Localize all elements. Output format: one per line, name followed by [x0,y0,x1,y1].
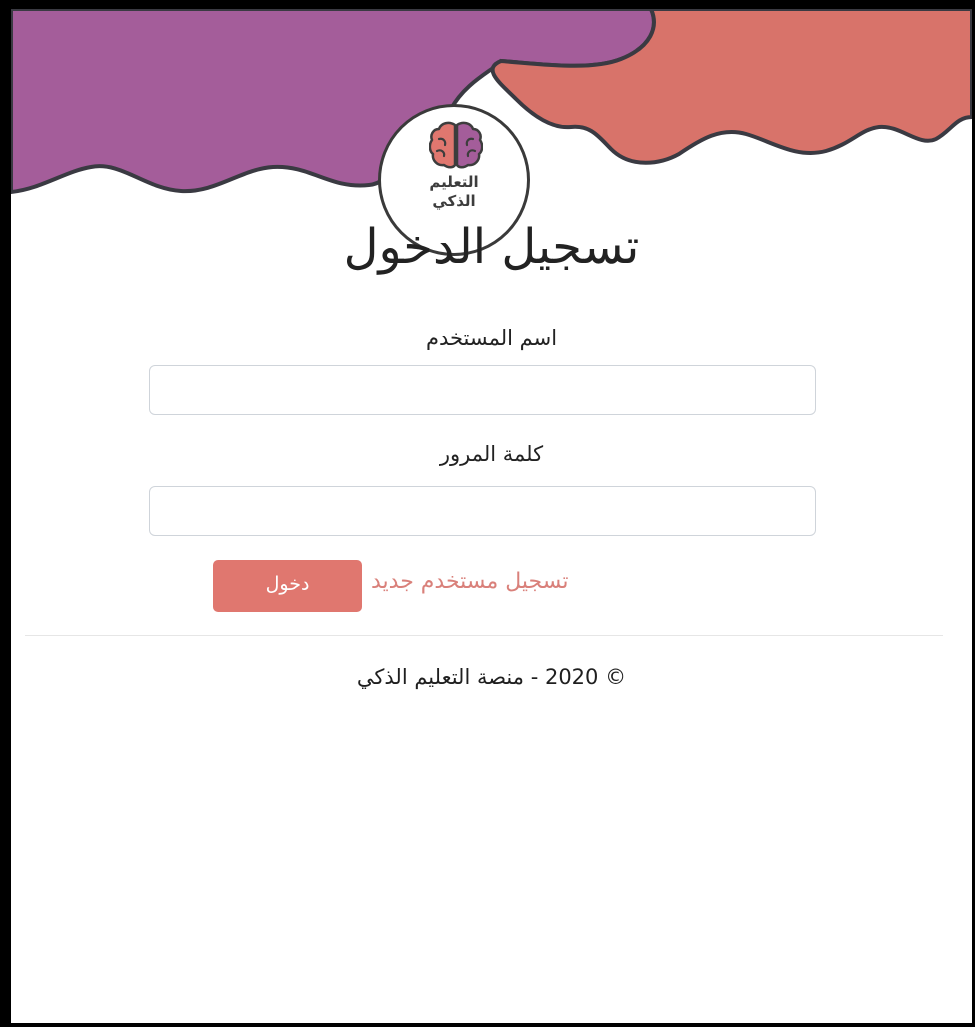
register-new-user-link[interactable]: تسجيل مستخدم جديد [371,569,761,594]
username-label: اسم المستخدم [425,326,558,350]
password-input[interactable] [149,486,816,536]
logo-text-line2: الذكي [432,192,476,210]
username-input[interactable] [149,365,816,415]
page-title: تسجيل الدخول [343,219,640,275]
footer-divider [25,635,943,636]
logo-text-line1: التعليم [429,173,479,191]
app-frame: التعليم الذكي تسجيل الدخول اسم المستخدم … [0,0,975,1027]
footer-copyright: © 2020 - منصة التعليم الذكي [356,665,627,689]
password-label: كلمة المرور [439,442,544,466]
brain-icon [429,121,483,169]
login-button[interactable]: دخول [213,560,362,612]
